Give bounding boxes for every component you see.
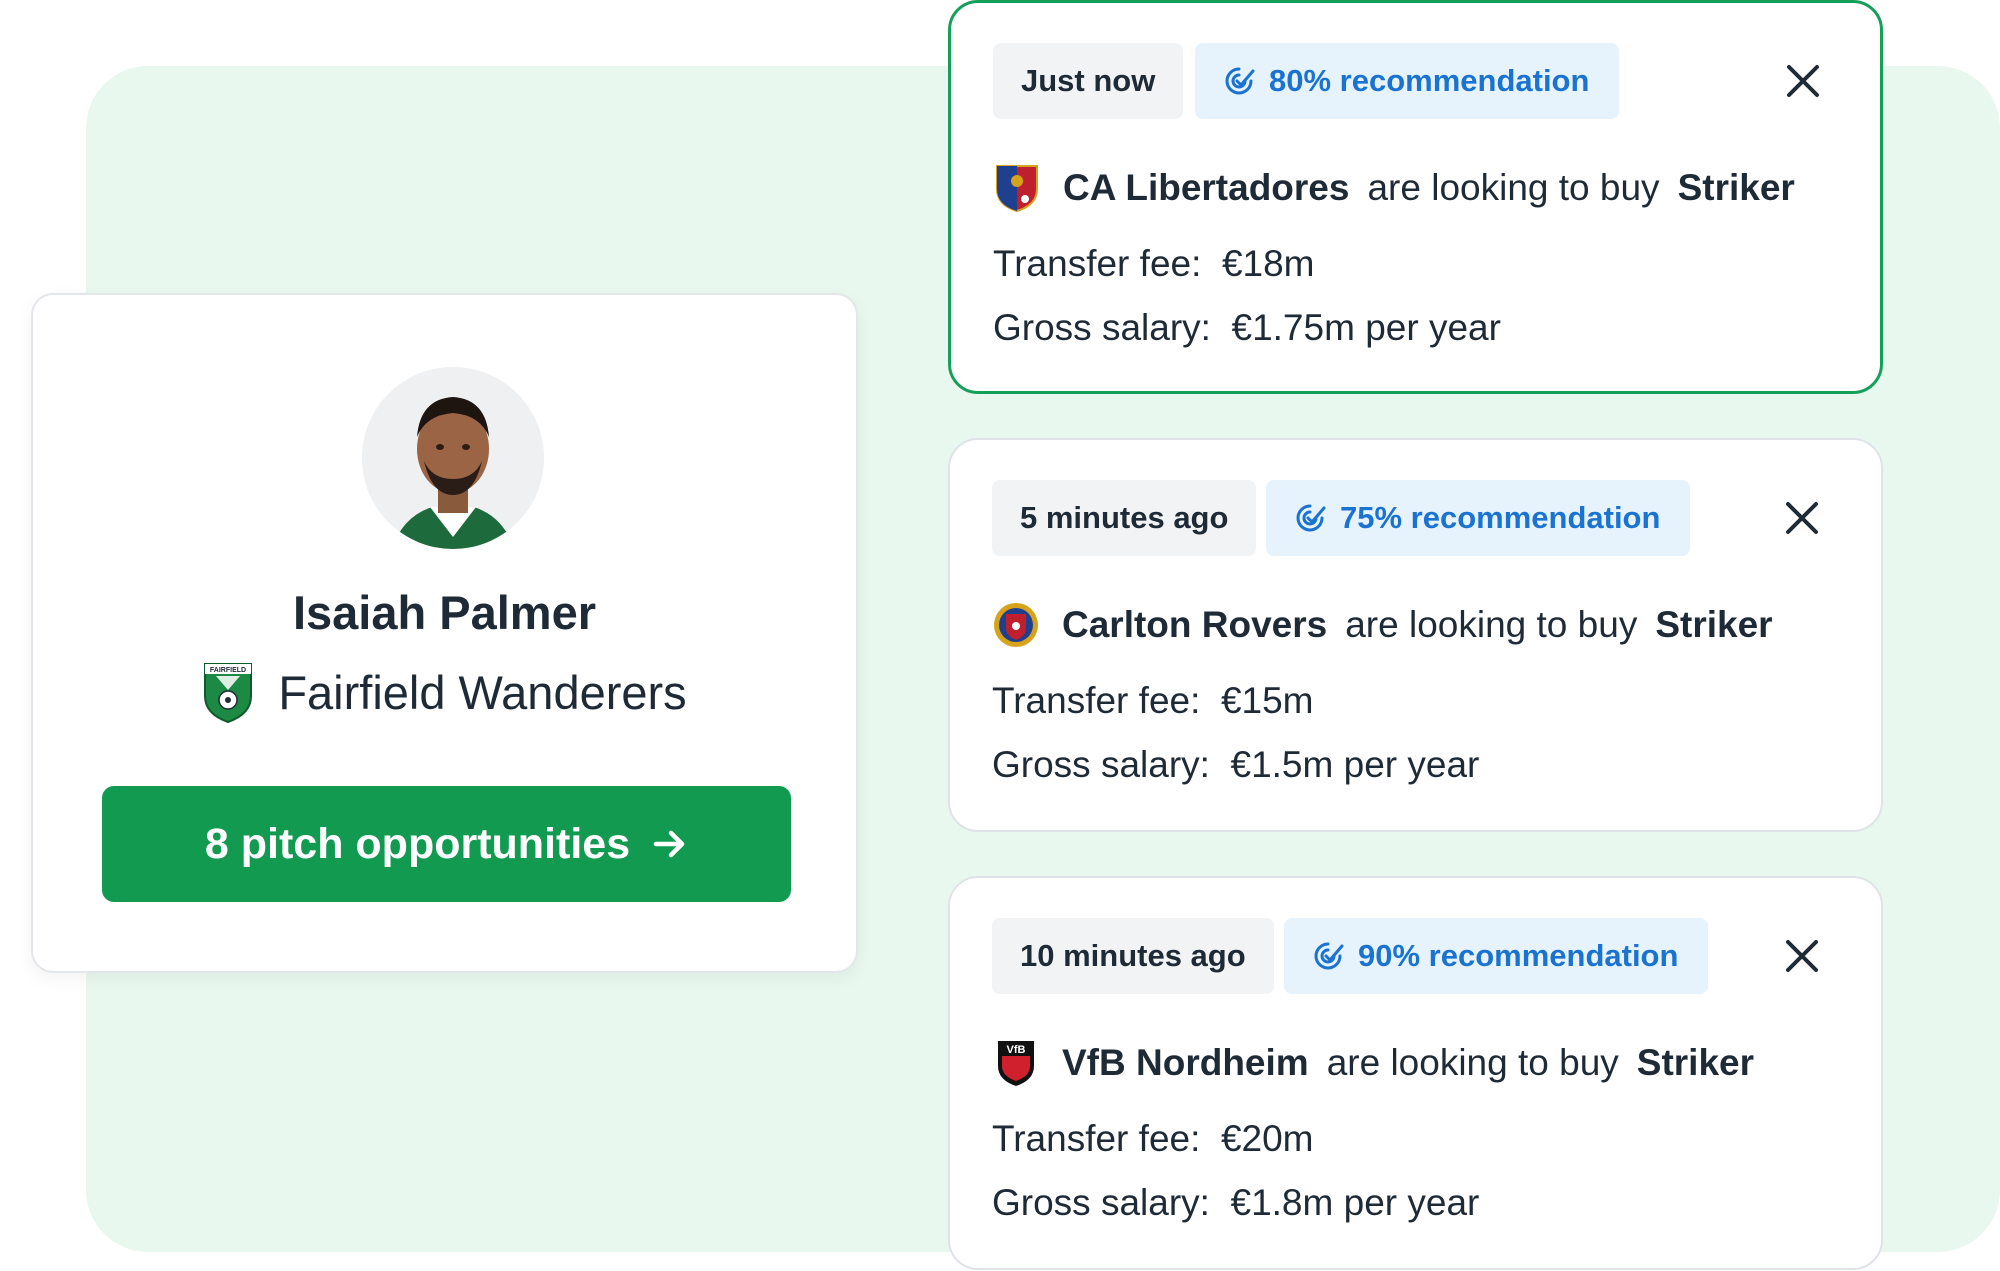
gross-salary-label: Gross salary: (992, 1182, 1210, 1223)
transfer-fee-line: Transfer fee: €15m (992, 680, 1314, 722)
crest-lettering: VfB (1007, 1044, 1026, 1056)
team-name[interactable]: VfB Nordheim (1062, 1042, 1309, 1084)
opportunity-card[interactable]: 10 minutes ago 90% recommendation VfB Vf… (948, 876, 1883, 1270)
close-icon[interactable] (1783, 61, 1823, 101)
time-badge: 10 minutes ago (992, 918, 1274, 994)
player-avatar (362, 367, 544, 549)
player-name: Isaiah Palmer (292, 586, 597, 639)
recommendation-badge: 90% recommendation (1284, 918, 1709, 994)
transfer-fee-label: Transfer fee: (992, 1118, 1201, 1159)
recommendation-badge: 80% recommendation (1195, 43, 1620, 119)
carlton-rovers-crest-icon (994, 603, 1038, 647)
position-name: Striker (1636, 1042, 1755, 1083)
player-card: Isaiah Palmer FAIRFIELD Fairfield Wander… (31, 293, 858, 973)
recommendation-badge: 75% recommendation (1266, 480, 1691, 556)
opportunity-card[interactable]: Just now 80% recommendation CA Libertado… (948, 0, 1883, 394)
gross-salary-value: €1.75m per year (1231, 307, 1501, 348)
opportunity-card[interactable]: 5 minutes ago 75% recommendation Carlton… (948, 438, 1883, 832)
gross-salary-line: Gross salary: €1.5m per year (992, 744, 1479, 786)
target-check-icon (1225, 67, 1255, 95)
player-club-row: FAIRFIELD Fairfield Wanderers (33, 660, 856, 724)
recommendation-text: 75% recommendation (1340, 500, 1661, 535)
vfb-nordheim-crest-icon: VfB (998, 1041, 1034, 1086)
pitch-opportunities-button[interactable]: 8 pitch opportunities (102, 786, 791, 902)
team-name[interactable]: CA Libertadores (1063, 167, 1349, 209)
pitch-opportunities-label: 8 pitch opportunities (204, 819, 631, 868)
gross-salary-label: Gross salary: (993, 307, 1211, 348)
crest-lettering: FAIRFIELD (210, 667, 246, 674)
ca-libertadores-crest-icon (996, 165, 1038, 213)
gross-salary-line: Gross salary: €1.75m per year (993, 307, 1501, 349)
arrow-right-icon (653, 830, 685, 858)
player-club-name: Fairfield Wanderers (278, 665, 687, 719)
buy-statement: CA Libertadores are looking to buy Strik… (993, 163, 1795, 213)
buy-verb: are looking to buy (1326, 1042, 1619, 1083)
time-badge: Just now (993, 43, 1184, 119)
gross-salary-value: €1.5m per year (1230, 744, 1480, 785)
transfer-fee-value: €15m (1220, 680, 1314, 721)
buy-verb: are looking to buy (1367, 167, 1660, 208)
transfer-fee-label: Transfer fee: (992, 680, 1201, 721)
fairfield-crest-icon: FAIRFIELD (204, 663, 253, 724)
transfer-fee-line: Transfer fee: €18m (993, 243, 1315, 285)
close-icon[interactable] (1782, 936, 1822, 976)
gross-salary-line: Gross salary: €1.8m per year (992, 1182, 1479, 1224)
buy-statement: Carlton Rovers are looking to buy Strike… (992, 600, 1773, 650)
target-check-icon (1296, 504, 1326, 532)
recommendation-text: 90% recommendation (1358, 938, 1679, 973)
position-name: Striker (1655, 604, 1773, 645)
target-check-icon (1314, 942, 1344, 970)
buy-statement: VfB VfB Nordheim are looking to buy Stri… (992, 1038, 1754, 1088)
recommendation-text: 80% recommendation (1269, 63, 1590, 98)
gross-salary-label: Gross salary: (992, 744, 1210, 785)
transfer-fee-value: €20m (1220, 1118, 1314, 1159)
team-name[interactable]: Carlton Rovers (1062, 604, 1327, 646)
time-badge: 5 minutes ago (992, 480, 1257, 556)
transfer-fee-label: Transfer fee: (993, 243, 1202, 284)
buy-verb: are looking to buy (1345, 604, 1638, 645)
gross-salary-value: €1.8m per year (1230, 1182, 1480, 1223)
transfer-fee-line: Transfer fee: €20m (992, 1118, 1314, 1160)
position-name: Striker (1677, 167, 1795, 208)
transfer-fee-value: €18m (1221, 243, 1315, 284)
close-icon[interactable] (1782, 498, 1822, 538)
